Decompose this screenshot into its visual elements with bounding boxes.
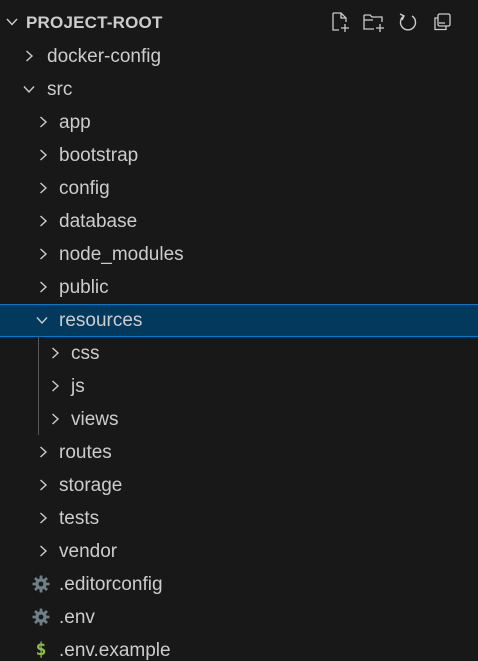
gear-icon [32,575,50,593]
tree-item-label: config [59,178,110,199]
tree-item-label: routes [59,442,112,463]
tree-item-label: src [47,79,73,100]
chevron-right-icon[interactable] [36,478,50,492]
tree-item-label: app [59,112,91,133]
dollar-icon-glyph: $ [35,639,47,660]
chevron-right-icon[interactable] [36,115,50,129]
new-folder-icon[interactable] [362,10,386,34]
gear-icon [32,608,50,626]
tree-item-label: docker-config [47,46,162,67]
tree-item-label: bootstrap [59,145,139,166]
collapse-all-icon[interactable] [430,10,454,34]
tree-item-label: database [59,211,138,232]
chevron-right-icon[interactable] [36,445,50,459]
tree-item-database[interactable]: database [0,205,478,238]
new-file-icon[interactable] [328,10,352,34]
tree-item-label: .env [59,607,95,628]
tree-item-label: css [71,343,100,364]
chevron-down-icon[interactable] [22,82,36,96]
tree-item-editorconfig[interactable]: .editorconfig [0,568,478,601]
chevron-right-icon[interactable] [22,49,36,63]
tree-item-js[interactable]: js [0,370,478,403]
chevron-right-icon[interactable] [48,412,62,426]
file-tree: docker-config src app bootstrap config d… [0,40,478,661]
tree-item-storage[interactable]: storage [0,469,478,502]
chevron-right-icon[interactable] [36,511,50,525]
tree-item-bootstrap[interactable]: bootstrap [0,139,478,172]
tree-item-config[interactable]: config [0,172,478,205]
tree-item-label: .env.example [59,640,171,661]
tree-item-docker-config[interactable]: docker-config [0,40,478,73]
tree-item-label: vendor [59,541,118,562]
tree-item-css[interactable]: css [0,337,478,370]
explorer-title: PROJECT-ROOT [26,13,163,32]
tree-item-views[interactable]: views [0,403,478,436]
chevron-right-icon[interactable] [36,214,50,228]
tree-item-node-modules[interactable]: node_modules [0,238,478,271]
tree-item-label: views [71,409,119,430]
tree-item-src[interactable]: src [0,73,478,106]
chevron-down-icon[interactable] [35,313,49,327]
tree-item-vendor[interactable]: vendor [0,535,478,568]
explorer-header[interactable]: PROJECT-ROOT [0,6,478,38]
chevron-right-icon[interactable] [36,544,50,558]
tree-item-env-example[interactable]: $ .env.example [0,634,478,661]
tree-item-resources[interactable]: resources [0,304,478,337]
explorer-actions [328,10,454,34]
refresh-icon[interactable] [396,10,420,34]
chevron-right-icon[interactable] [36,148,50,162]
chevron-right-icon[interactable] [36,181,50,195]
chevron-right-icon[interactable] [36,247,50,261]
chevron-right-icon[interactable] [48,379,62,393]
tree-item-label: public [59,277,109,298]
tree-item-env[interactable]: .env [0,601,478,634]
indent-guide [38,336,39,435]
tree-item-app[interactable]: app [0,106,478,139]
tree-item-routes[interactable]: routes [0,436,478,469]
tree-item-label: node_modules [59,244,184,265]
tree-item-label: resources [59,310,143,331]
dollar-icon: $ [32,641,50,659]
chevron-right-icon[interactable] [36,280,50,294]
chevron-right-icon[interactable] [48,346,62,360]
tree-item-tests[interactable]: tests [0,502,478,535]
explorer-panel: PROJECT-ROOT docker-config src app boots… [0,0,478,661]
tree-item-label: storage [59,475,123,496]
chevron-down-icon[interactable] [5,15,19,29]
tree-item-label: js [71,376,85,397]
tree-item-label: tests [59,508,100,529]
tree-item-label: .editorconfig [59,574,163,595]
tree-item-public[interactable]: public [0,271,478,304]
